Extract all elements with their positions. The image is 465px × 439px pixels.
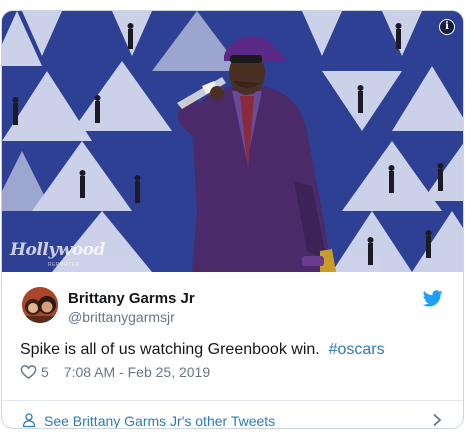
author-name[interactable]: Brittany Garms Jr: [68, 290, 195, 307]
twitter-bird-icon[interactable]: [423, 290, 443, 307]
watermark-subtitle: REPORTER: [48, 262, 80, 268]
hashtag-link[interactable]: #oscars: [329, 341, 385, 358]
tweet-meta: 5 7:08 AM - Feb 25, 2019: [20, 364, 210, 380]
tweet-header: Brittany Garms Jr @brittanygarmsjr: [2, 272, 463, 334]
hollywood-reporter-watermark: Hollywood: [10, 240, 105, 260]
info-icon[interactable]: i: [439, 19, 455, 35]
like-count: 5: [41, 364, 49, 380]
avatar[interactable]: [22, 287, 58, 323]
chevron-right-icon: [433, 413, 442, 427]
tweet-timestamp[interactable]: 7:08 AM - Feb 25, 2019: [64, 364, 210, 380]
person-icon: [22, 413, 36, 427]
other-tweets-link[interactable]: See Brittany Garms Jr's other Tweets: [44, 413, 275, 428]
tweet-text: Spike is all of us watching Greenbook wi…: [20, 341, 385, 359]
tweet-media-image[interactable]: i Hollywood REPORTER: [2, 11, 463, 272]
author-handle[interactable]: @brittanygarmsjr: [68, 309, 175, 325]
heart-icon[interactable]: [20, 364, 37, 380]
photo-scene: [2, 11, 463, 272]
tweet-body: Spike is all of us watching Greenbook wi…: [20, 341, 320, 358]
tweet-footer-link[interactable]: See Brittany Garms Jr's other Tweets: [2, 400, 463, 428]
